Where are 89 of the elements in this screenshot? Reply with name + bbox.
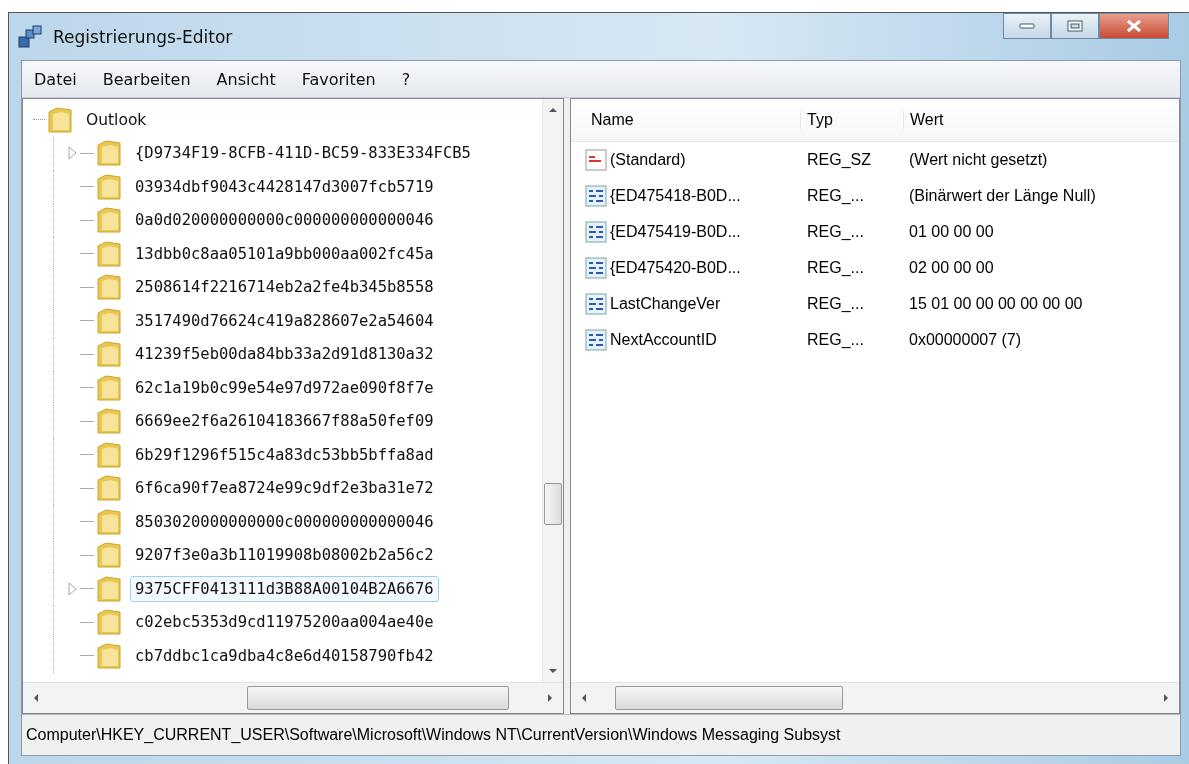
table-cell-text: 0x00000007 (7)	[908, 331, 1022, 349]
expand-icon[interactable]	[68, 146, 78, 161]
scrollbar-thumb[interactable]	[247, 686, 509, 710]
scrollbar-thumb[interactable]	[615, 686, 843, 710]
scroll-right-icon	[1163, 693, 1169, 703]
tree-node[interactable]: 03934dbf9043c4428147d3007fcb5719	[130, 173, 439, 200]
window-title: Registrierungs-Editor	[53, 26, 233, 47]
binary-value-icon	[585, 257, 607, 279]
folder-icon	[96, 608, 122, 637]
table-cell-text: REG_...	[806, 187, 865, 205]
folder-icon	[96, 507, 122, 536]
horizontal-scrollbar[interactable]	[23, 682, 563, 713]
scroll-left-icon	[581, 693, 587, 703]
menu-item[interactable]: Favoriten	[301, 69, 376, 89]
value-name[interactable]: NextAccountID	[610, 331, 717, 349]
table-cell-text: REG_...	[806, 259, 865, 277]
tree-node[interactable]: 41239f5eb00da84bb33a2d91d8130a32	[130, 341, 439, 368]
tree-node[interactable]: 6669ee2f6a26104183667f88a50fef09	[130, 408, 439, 435]
folder-icon	[47, 105, 73, 134]
folder-icon	[96, 373, 122, 402]
folder-icon	[96, 172, 122, 201]
tree-node[interactable]: {D9734F19-8CFB-411D-BC59-833E334FCB5	[130, 140, 476, 167]
folder-icon	[96, 306, 122, 335]
table-cell-text: 01 00 00 00	[908, 223, 994, 241]
tree-node[interactable]: 6f6ca90f7ea8724e99c9df2e3ba31e72	[130, 475, 439, 502]
folder-icon	[96, 440, 122, 469]
menu-item[interactable]: ?	[401, 69, 411, 89]
tree-node[interactable]: 2508614f2216714eb2a2fe4b345b8558	[130, 274, 439, 301]
tree-node[interactable]: 9207f3e0a3b11019908b08002b2a56c2	[130, 542, 439, 569]
value-name[interactable]: LastChangeVer	[610, 295, 721, 313]
table-cell-text: REG_...	[806, 223, 865, 241]
table-cell-text: REG_...	[806, 331, 865, 349]
string-value-icon	[585, 149, 607, 171]
table-cell-text: REG_...	[806, 295, 865, 313]
folder-icon	[96, 239, 122, 268]
column-header[interactable]: Wert	[904, 111, 944, 129]
menu-item[interactable]: Bearbeiten	[102, 69, 191, 89]
menu-item[interactable]: Datei	[34, 69, 77, 89]
table-cell-text: (Wert nicht gesetzt)	[908, 151, 1048, 169]
table-cell-text: 15 01 00 00 00 00 00 00	[908, 295, 1083, 313]
binary-value-icon	[585, 185, 607, 207]
tree-node[interactable]: 8503020000000000c000000000000046	[130, 508, 439, 535]
scroll-down-icon	[548, 668, 558, 674]
value-name[interactable]: (Standard)	[610, 151, 686, 169]
tree-node[interactable]: Outlook	[81, 106, 152, 133]
binary-value-icon	[585, 293, 607, 315]
vertical-scrollbar[interactable]	[542, 99, 563, 682]
binary-value-icon	[585, 329, 607, 351]
table-cell-text: (Binärwert der Länge Null)	[908, 187, 1096, 205]
value-name[interactable]: {ED475418-B0D...	[610, 187, 741, 205]
value-name[interactable]: {ED475420-B0D...	[610, 259, 741, 277]
horizontal-scrollbar[interactable]	[571, 682, 1179, 713]
registry-path: Computer\HKEY_CURRENT_USER\Software\Microsoft\Windows NT\CurrentVersion\Windows Messaging Subsyst	[26, 726, 841, 744]
scroll-left-icon	[33, 693, 39, 703]
folder-icon	[96, 541, 122, 570]
scrollbar-thumb[interactable]	[544, 483, 562, 525]
tree-node[interactable]: 62c1a19b0c99e54e97d972ae090f8f7e	[130, 374, 439, 401]
folder-icon	[96, 340, 122, 369]
folder-icon	[96, 407, 122, 436]
maximize-button[interactable]	[1051, 13, 1099, 39]
folder-icon	[96, 273, 122, 302]
tree-node[interactable]: 0a0d020000000000c000000000000046	[130, 207, 439, 234]
tree-node[interactable]: 6b29f1296f515c4a83dc53bb5bffa8ad	[130, 441, 439, 468]
minimize-icon	[1019, 23, 1035, 29]
folder-icon	[96, 574, 122, 603]
folder-icon	[96, 139, 122, 168]
maximize-icon	[1067, 20, 1083, 32]
table-cell-text: REG_SZ	[806, 151, 872, 169]
column-header[interactable]: Name	[571, 111, 801, 129]
column-header[interactable]: Typ	[801, 111, 904, 129]
value-name[interactable]: {ED475419-B0D...	[610, 223, 741, 241]
close-icon	[1126, 19, 1142, 33]
tree-node[interactable]: c02ebc5353d9cd11975200aa004ae40e	[130, 609, 439, 636]
table-cell-text: 02 00 00 00	[908, 259, 994, 277]
folder-icon	[96, 474, 122, 503]
folder-icon	[96, 641, 122, 670]
cubes-icon	[17, 24, 43, 49]
scroll-right-icon	[547, 693, 553, 703]
tree-node[interactable]: 3517490d76624c419a828607e2a54604	[130, 307, 439, 334]
tree-node[interactable]: 13dbb0c8aa05101a9bb000aa002fc45a	[130, 240, 439, 267]
close-button[interactable]	[1099, 13, 1169, 39]
binary-value-icon	[585, 221, 607, 243]
scroll-up-icon	[548, 107, 558, 113]
folder-icon	[96, 206, 122, 235]
tree-node[interactable]: cb7ddbc1ca9dba4c8e6d40158790fb42	[130, 642, 439, 669]
minimize-button[interactable]	[1003, 13, 1051, 39]
tree-node[interactable]: 9375CFF0413111d3B88A00104B2A6676	[130, 575, 439, 602]
expand-icon[interactable]	[68, 581, 78, 596]
menu-item[interactable]: Ansicht	[216, 69, 276, 89]
